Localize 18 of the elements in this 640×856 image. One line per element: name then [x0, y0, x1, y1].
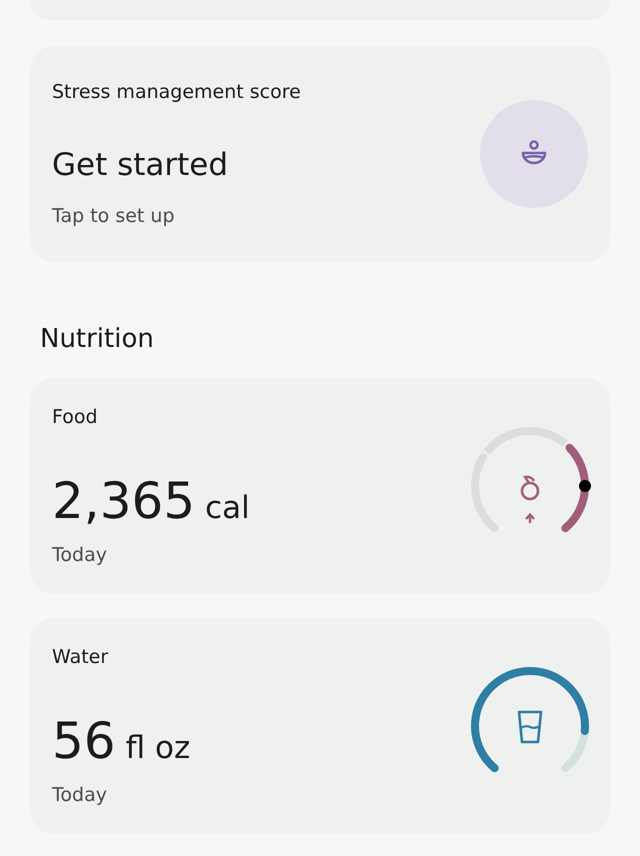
section-heading: Nutrition [40, 324, 155, 354]
food-card[interactable]: Food 2,365 cal Today [30, 378, 610, 594]
calorie-value: 2,365 [52, 472, 196, 530]
card-value: Get started [52, 147, 228, 183]
card-title: Water [52, 646, 108, 668]
card-subtitle: Tap to set up [52, 205, 174, 227]
card-subtitle: Today [52, 544, 107, 566]
card-subtitle: Today [52, 784, 107, 806]
up-arrow-icon [524, 512, 536, 524]
card-title: Food [52, 406, 98, 428]
apple-icon [520, 476, 540, 500]
water-card[interactable]: Water 56 fl oz Today [30, 618, 610, 834]
stress-card[interactable]: Stress management score Get started Tap to set up [30, 46, 610, 262]
card-title: Stress management score [52, 81, 301, 103]
water-unit: fl oz [126, 730, 190, 766]
calorie-unit: cal [205, 490, 250, 526]
water-glass-icon [518, 710, 542, 744]
water-value: 56 [52, 712, 116, 770]
